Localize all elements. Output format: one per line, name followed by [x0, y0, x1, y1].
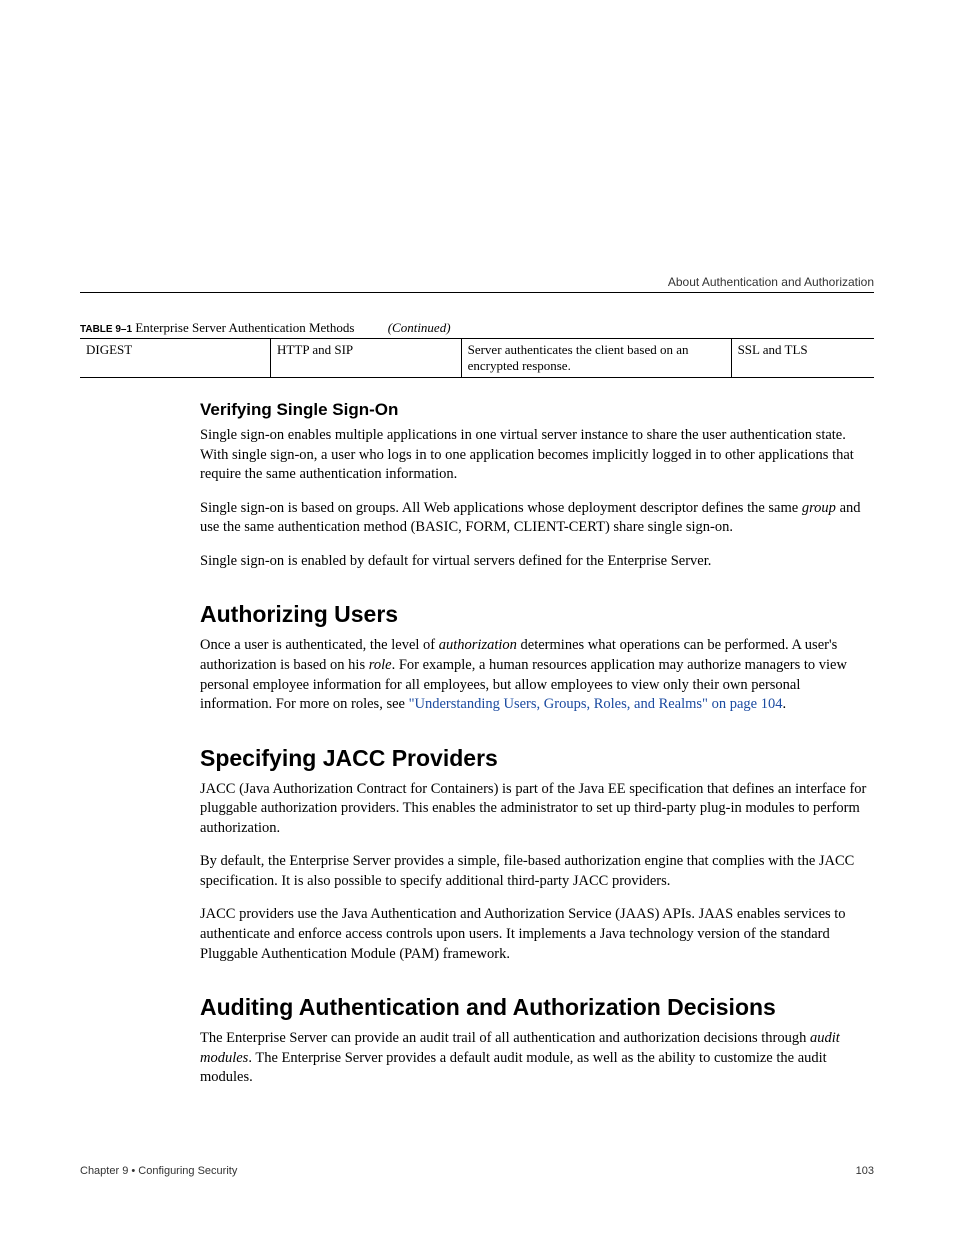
cell-security: SSL and TLS: [731, 339, 874, 378]
content-column: Verifying Single Sign-On Single sign-on …: [200, 400, 874, 1088]
italic-term: group: [802, 500, 836, 516]
heading-auditing: Auditing Authentication and Authorizatio…: [200, 994, 874, 1021]
footer-chapter: Chapter 9 • Configuring Security: [80, 1165, 237, 1177]
auth-methods-table: DIGEST HTTP and SIP Server authenticates…: [80, 338, 874, 378]
paragraph: JACC providers use the Java Authenticati…: [200, 905, 874, 964]
heading-authorizing-users: Authorizing Users: [200, 601, 874, 628]
text: Once a user is authenticated, the level …: [200, 637, 439, 653]
running-header: About Authentication and Authorization: [668, 275, 874, 289]
cell-description: Server authenticates the client based on…: [461, 339, 731, 378]
heading-sso: Verifying Single Sign-On: [200, 400, 874, 420]
cell-protocol: HTTP and SIP: [271, 339, 462, 378]
paragraph: Single sign-on enables multiple applicat…: [200, 426, 874, 485]
header-rule: [80, 292, 874, 293]
table-caption: TABLE 9–1 Enterprise Server Authenticati…: [80, 320, 874, 336]
text: Single sign-on is based on groups. All W…: [200, 500, 802, 516]
italic-term: authorization: [439, 637, 517, 653]
page-number: 103: [856, 1165, 874, 1177]
cell-method: DIGEST: [80, 339, 271, 378]
text: The Enterprise Server can provide an aud…: [200, 1030, 810, 1046]
table-continued: (Continued): [388, 320, 451, 335]
paragraph: Once a user is authenticated, the level …: [200, 636, 874, 714]
table-label: TABLE 9–1: [80, 324, 132, 335]
table-title: Enterprise Server Authentication Methods: [135, 320, 354, 335]
paragraph: The Enterprise Server can provide an aud…: [200, 1029, 874, 1088]
paragraph: Single sign-on is based on groups. All W…: [200, 499, 874, 538]
heading-jacc: Specifying JACC Providers: [200, 745, 874, 772]
paragraph: By default, the Enterprise Server provid…: [200, 852, 874, 891]
paragraph: Single sign-on is enabled by default for…: [200, 552, 874, 572]
text: . The Enterprise Server provides a defau…: [200, 1050, 827, 1086]
page-footer: Chapter 9 • Configuring Security 103: [80, 1165, 874, 1177]
cross-reference-link[interactable]: "Understanding Users, Groups, Roles, and…: [409, 696, 783, 712]
text: .: [782, 696, 786, 712]
page-body: TABLE 9–1 Enterprise Server Authenticati…: [0, 0, 954, 1088]
paragraph: JACC (Java Authorization Contract for Co…: [200, 780, 874, 839]
table-row: DIGEST HTTP and SIP Server authenticates…: [80, 339, 874, 378]
italic-term: role: [369, 657, 392, 673]
